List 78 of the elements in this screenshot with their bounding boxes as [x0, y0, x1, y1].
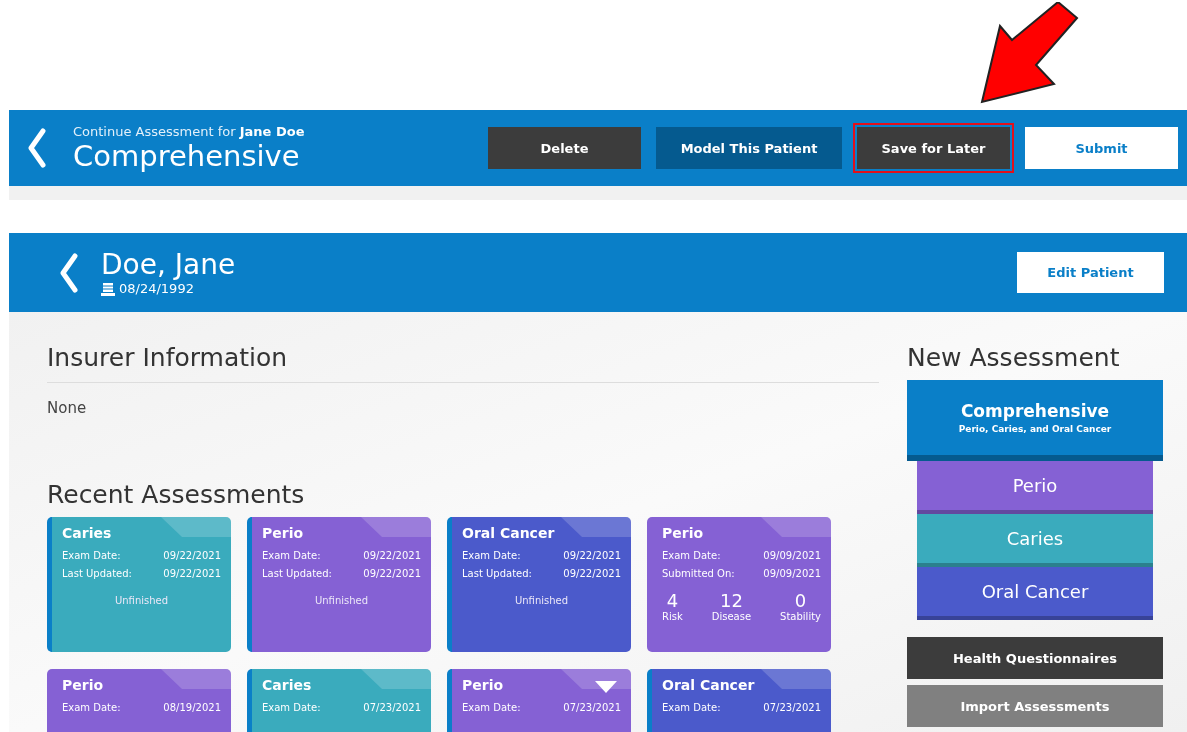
- field-label: Last Updated:: [262, 567, 332, 581]
- field-value: 08/19/2021: [163, 701, 221, 715]
- field-label: Exam Date:: [262, 701, 321, 715]
- field-value: 07/23/2021: [763, 701, 821, 715]
- field-value: 09/09/2021: [763, 549, 821, 563]
- assessment-card[interactable]: Perio Exam Date: 08/19/2021: [47, 669, 231, 732]
- score-value: 12: [718, 591, 744, 611]
- action-button[interactable]: Health Questionnaires: [907, 637, 1163, 679]
- assessment-card[interactable]: Perio Exam Date: 09/22/2021 Last Updated: 09/22/2021 Unfinished: [247, 517, 431, 652]
- patient-name: Doe, Jane: [101, 249, 236, 281]
- section-heading: Insurer Information: [47, 342, 289, 374]
- folder-tab: [161, 669, 231, 689]
- folder-tab: [561, 517, 631, 537]
- field-label: Exam Date:: [462, 701, 521, 715]
- edit-patient-button[interactable]: Edit Patient: [1017, 252, 1164, 293]
- folder-tab: [361, 517, 431, 537]
- action-button[interactable]: Import Assessments: [907, 685, 1163, 727]
- card-title: Caries: [262, 677, 312, 693]
- score-label: Stability: [780, 611, 821, 622]
- folder-tab: [761, 669, 831, 689]
- field-value: 07/23/2021: [363, 701, 421, 715]
- field-value: 09/22/2021: [363, 567, 421, 581]
- card-title: Oral Cancer: [462, 525, 555, 541]
- assessment-option[interactable]: Caries: [917, 514, 1153, 567]
- field-label: Last Updated:: [62, 567, 132, 581]
- field-value: 09/22/2021: [363, 549, 421, 563]
- assessment-card[interactable]: Oral Cancer Exam Date: 07/23/2021: [647, 669, 831, 732]
- card-title: Perio: [462, 677, 504, 693]
- section-heading: New Assessment: [907, 342, 1121, 374]
- field-value: 09/22/2021: [563, 549, 621, 563]
- toolbar-button[interactable]: Delete: [488, 127, 641, 169]
- score-value: 4: [665, 591, 680, 611]
- score-value: 0: [793, 591, 808, 611]
- field-value: 09/22/2021: [563, 567, 621, 581]
- field-label: Exam Date:: [62, 701, 121, 715]
- folder-tab: [161, 517, 231, 537]
- assessment-subtitle: Continue Assessment for Jane Doe: [73, 123, 305, 139]
- card-title: Perio: [662, 525, 704, 541]
- score-label: Risk: [662, 611, 683, 622]
- score-label: Disease: [711, 611, 752, 622]
- assessment-title: Comprehensive: [73, 138, 301, 173]
- comprehensive-button[interactable]: Comprehensive Perio, Caries, and Oral Cancer: [907, 380, 1163, 461]
- section-heading: Recent Assessments: [47, 479, 306, 511]
- card-title: Caries: [62, 525, 112, 541]
- status-text: Unfinished: [113, 595, 170, 606]
- assessment-card[interactable]: Perio Exam Date: 07/23/2021: [447, 669, 631, 732]
- folder-tab: [361, 669, 431, 689]
- card-title: Perio: [262, 525, 304, 541]
- assessment-card[interactable]: Caries Exam Date: 09/22/2021 Last Updated: 09/22/2021 Unfinished: [47, 517, 231, 652]
- back-icon[interactable]: [59, 252, 79, 293]
- insurer-value: None: [47, 399, 88, 417]
- assessment-option[interactable]: Perio: [917, 461, 1153, 514]
- field-value: 09/22/2021: [163, 549, 221, 563]
- field-label: Exam Date:: [662, 701, 721, 715]
- folder-tab: [761, 517, 831, 537]
- assessment-card[interactable]: Perio Exam Date: 09/09/2021 Submitted On: 09/09/2021 4 Risk 12 Disease 0 Stability: [647, 517, 831, 652]
- field-label: Exam Date:: [662, 549, 721, 563]
- card-title: Oral Cancer: [662, 677, 755, 693]
- assessment-card[interactable]: Oral Cancer Exam Date: 09/22/2021 Last Updated: 09/22/2021 Unfinished: [447, 517, 631, 652]
- status-text: Unfinished: [313, 595, 370, 606]
- field-value: 09/09/2021: [763, 567, 821, 581]
- field-label: Exam Date:: [462, 549, 521, 563]
- assessment-card[interactable]: Caries Exam Date: 07/23/2021: [247, 669, 431, 732]
- field-label: Exam Date:: [62, 549, 121, 563]
- toolbar-button[interactable]: Save for Later: [857, 127, 1010, 169]
- back-icon[interactable]: [27, 128, 47, 168]
- toolbar-button[interactable]: Submit: [1025, 127, 1178, 169]
- field-label: Exam Date:: [262, 549, 321, 563]
- field-value: 09/22/2021: [163, 567, 221, 581]
- assessment-option[interactable]: Oral Cancer: [917, 567, 1153, 620]
- folder-tab: [561, 669, 631, 689]
- status-text: Unfinished: [513, 595, 570, 606]
- card-title: Perio: [62, 677, 104, 693]
- field-value: 07/23/2021: [563, 701, 621, 715]
- field-label: Submitted On:: [662, 567, 735, 581]
- birth-date: 08/24/1992: [119, 281, 194, 296]
- field-label: Last Updated:: [462, 567, 532, 581]
- toolbar-button[interactable]: Model This Patient: [656, 127, 842, 169]
